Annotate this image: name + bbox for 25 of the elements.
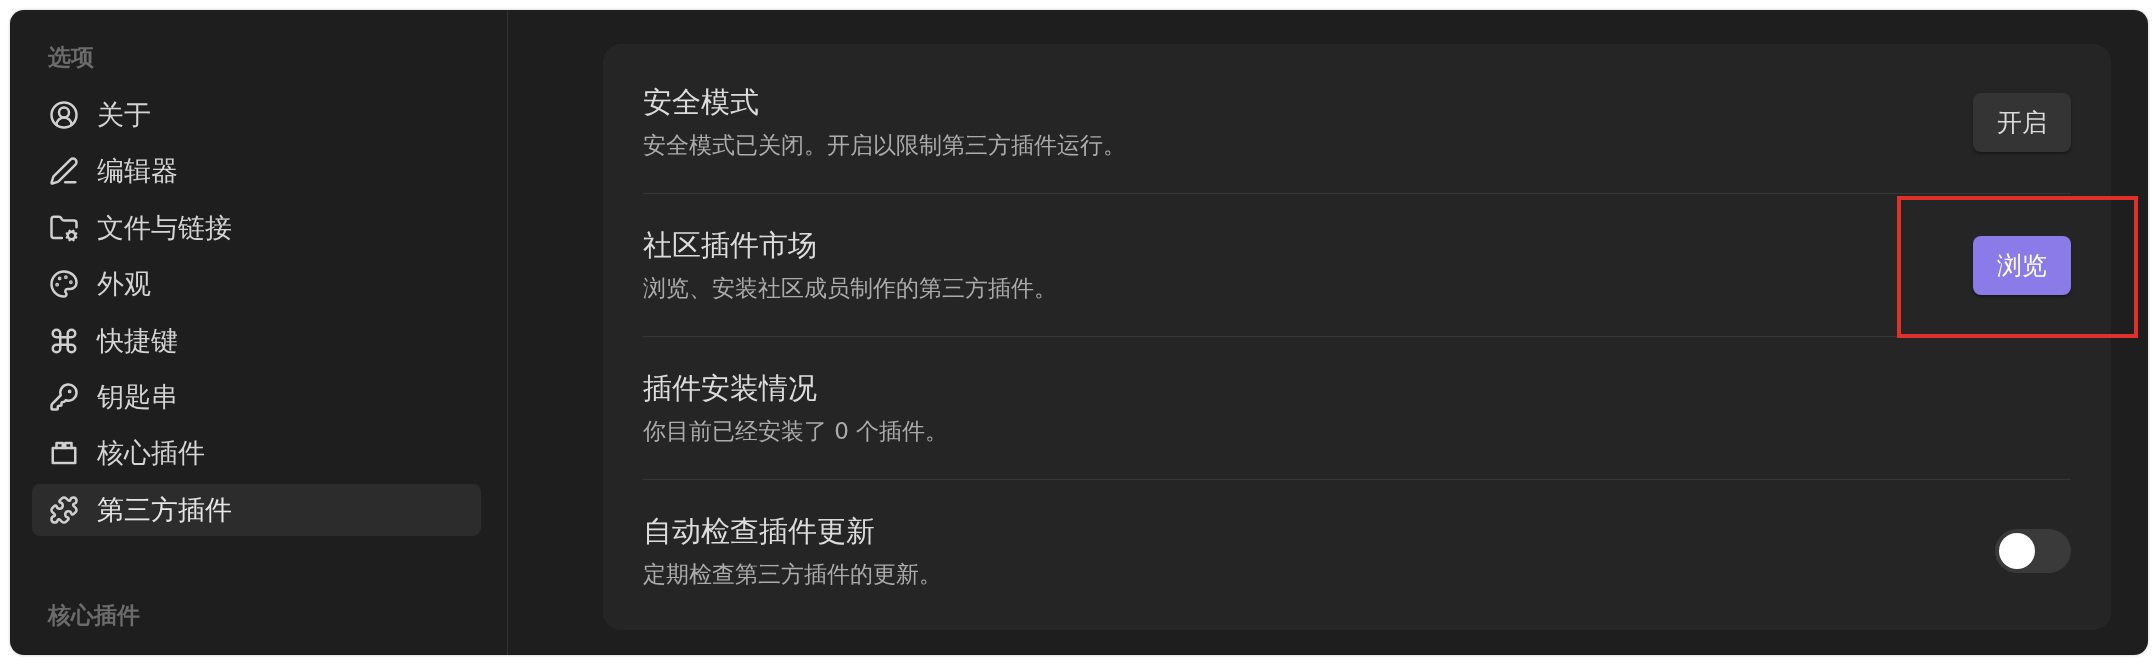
pencil-icon [49,156,79,187]
setting-title: 插件安装情况 [643,370,817,407]
setting-title: 社区插件市场 [643,227,817,264]
setting-description: 安全模式已关闭。开启以限制第三方插件运行。 [643,131,1126,160]
sidebar-heading: 核心插件 [48,602,140,627]
action-button[interactable]: 开启 [1973,92,2071,152]
sidebar-item[interactable]: 第三方插件 [32,483,481,536]
setting-description: 定期检查第三方插件的更新。 [643,560,942,589]
sidebar-item[interactable]: 编辑器 [32,145,481,198]
puzzle-icon [49,494,79,525]
sidebar-item[interactable]: 钥匙串 [32,370,481,423]
sidebar-heading: 选项 [48,45,94,69]
sidebar-item[interactable]: 核心插件 [32,427,481,480]
setting-title: 安全模式 [643,84,759,121]
setting-description: 你目前已经安装了 0 个插件。 [643,417,949,446]
sidebar-item[interactable]: 外观 [32,258,481,311]
setting-title: 自动检查插件更新 [643,513,875,550]
palette-icon [49,269,79,300]
sidebar-item[interactable]: 文件与链接 [32,201,481,254]
setting-description: 浏览、安装社区成员制作的第三方插件。 [643,274,1057,303]
key-icon [49,381,79,412]
user-circle-icon [49,100,79,130]
sidebar-item[interactable]: 快捷键 [32,314,481,367]
sidebar-item[interactable]: 关于 [32,89,481,141]
toggle-switch[interactable] [1995,529,2071,573]
